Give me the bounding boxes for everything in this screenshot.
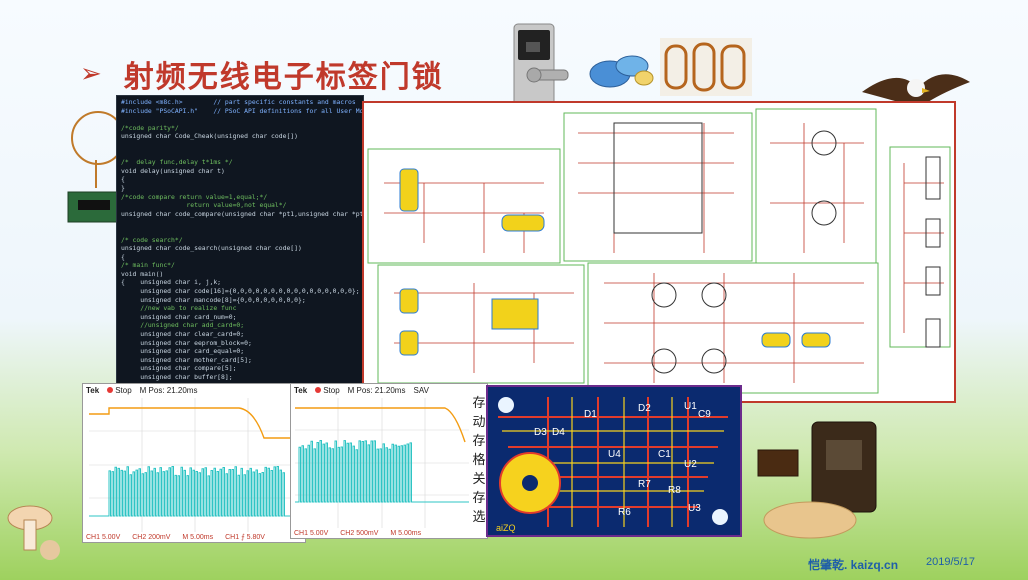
- code-line: #include <m8c.h> // part specific consta…: [121, 98, 356, 106]
- scope2-timebase: M 5.00ms: [390, 529, 422, 537]
- code-line: void delay(unsigned char t): [121, 166, 225, 175]
- code-line: }: [121, 183, 125, 192]
- code-line: { unsigned char i, j,k;: [121, 278, 222, 287]
- antenna-coils-photo: [660, 38, 752, 96]
- slide-title-row: ➢ 射频无线电子标签门锁: [80, 52, 444, 96]
- scope2-menu-item[interactable]: 存: [471, 394, 487, 413]
- code-line: {: [121, 252, 125, 261]
- code-line: unsigned char buffer[8];: [121, 373, 233, 381]
- pcb-designator: U2: [684, 459, 697, 470]
- scope2-menu-item[interactable]: 关: [471, 470, 487, 489]
- scope2-ch1-scale: CH1 5.00V: [294, 529, 329, 537]
- stop-indicator-icon: [315, 386, 322, 393]
- scope2-menu-item[interactable]: 格: [471, 451, 487, 470]
- pcb-designator: D2: [638, 403, 651, 414]
- scope2-state: Stop: [315, 386, 340, 395]
- scope1-footer: CH1 5.00V CH2 200mV M 5.00ms CH1 ⨍ 5.80V: [83, 532, 305, 542]
- rfid-tags-photo: [589, 55, 654, 88]
- scope1-waveform: [89, 398, 301, 532]
- scope2-menu-item[interactable]: 动: [471, 413, 487, 432]
- scope2-header: Tek Stop M Pos: 21.20ms SAV: [291, 384, 487, 396]
- code-line: #include "PSoCAPI.h" // PSoC API definit…: [121, 106, 364, 115]
- footer-date: 2019/5/17: [926, 556, 975, 568]
- lock-module-photo: [757, 421, 877, 539]
- scope2-side-menu[interactable]: 存动存格关存选文储: [471, 394, 487, 538]
- code-line: unsigned char card_num=0;: [121, 312, 237, 321]
- pcb-designator: R8: [668, 485, 681, 496]
- oscilloscope-capture-2: Tek Stop M Pos: 21.20ms SAV 存动存格关存选文储 CH…: [290, 383, 488, 539]
- scope1-ch2-scale: CH2 200mV: [132, 533, 171, 541]
- code-line: /*code compare return value=1,equal;*/: [121, 192, 268, 201]
- slide-title: 射频无线电子标签门锁: [123, 60, 444, 95]
- pcb-designator: D1: [584, 409, 597, 420]
- pcb-designator: R6: [618, 507, 631, 518]
- code-line: unsigned char mother_card[5];: [121, 355, 252, 364]
- pcb-designator: U4: [608, 449, 621, 460]
- code-line: unsigned char Code_Cheak(unsigned char c…: [121, 132, 298, 141]
- scope1-mpos: M Pos: 21.20ms: [139, 385, 198, 395]
- code-line: /* main func*/: [121, 261, 175, 270]
- pcb-designator: U1: [684, 401, 697, 412]
- scope1-trigger: CH1 ⨍ 5.80V: [225, 534, 265, 541]
- code-line: /* delay func,delay t*1ms */: [121, 158, 233, 167]
- code-line: return value=0,not equal*/: [121, 201, 287, 210]
- code-line: /*code parity*/: [121, 123, 179, 132]
- scope1-state: Stop: [107, 386, 132, 395]
- pcb-designator: D3: [534, 427, 547, 438]
- scope2-save: SAV: [413, 385, 429, 395]
- scope2-mpos: M Pos: 21.20ms: [347, 385, 406, 395]
- mushroom-rabbit-illustration: [7, 505, 60, 560]
- scope2-brand: Tek: [294, 385, 308, 395]
- scope2-waveform: [295, 398, 469, 528]
- code-line: unsigned char code_compare(unsigned char…: [121, 209, 364, 218]
- circuit-schematic: [362, 101, 956, 403]
- scope1-header: Tek Stop M Pos: 21.20ms: [83, 384, 305, 396]
- code-line: unsigned char clear_card=0;: [121, 330, 245, 339]
- scope1-brand: Tek: [86, 385, 100, 395]
- pcb-designator: C1: [658, 449, 671, 460]
- scope2-ch2-scale: CH2 500mV: [340, 529, 379, 537]
- pcb-corner-label: aiZQ: [496, 523, 516, 533]
- source-code-panel: #include <m8c.h> // part specific consta…: [116, 95, 364, 387]
- footer-site: 恺肇乾. kaizq.cn: [808, 558, 899, 572]
- pcb-layout: D3 D4 D1 D2 U1 C9 U4 C1 U2 R7 R8 U3 R6 aiZQ: [486, 385, 742, 537]
- scope1-timebase: M 5.00ms: [182, 533, 214, 541]
- scope2-menu-item[interactable]: 存: [471, 432, 487, 451]
- code-line: unsigned char card_equal=0;: [121, 347, 245, 356]
- code-line: //unsigned char add_card=0;: [121, 321, 245, 330]
- scope2-menu-item[interactable]: 存: [471, 489, 487, 508]
- scope2-footer: CH1 5.00V CH2 500mV M 5.00ms: [291, 528, 487, 538]
- code-line: {: [121, 175, 125, 184]
- code-line: //new vab to realize func: [121, 304, 237, 313]
- pcb-designator: R7: [638, 479, 651, 490]
- pcb-designator: D4: [552, 427, 565, 438]
- scope1-ch1-scale: CH1 5.00V: [86, 533, 121, 541]
- code-line: unsigned char code_search(unsigned char …: [121, 244, 302, 253]
- code-line: unsigned char code[16]={0,0,0,0,0,0,0,0,…: [121, 287, 360, 296]
- stop-indicator-icon: [107, 386, 114, 393]
- code-line: /* code search*/: [121, 235, 183, 244]
- title-bullet-icon: ➢: [80, 59, 102, 89]
- code-line: void main(): [121, 269, 164, 278]
- code-line: unsigned char eeprom_block=0;: [121, 338, 252, 347]
- code-line: unsigned char compare[5];: [121, 364, 237, 373]
- pcb-designator: U3: [688, 503, 701, 514]
- code-line: unsigned char mancode[8]={0,0,0,0,0,0,0,…: [121, 295, 306, 304]
- scope2-menu-item[interactable]: 选: [471, 508, 487, 527]
- pcb-designator: C9: [698, 409, 711, 420]
- oscilloscope-capture-1: Tek Stop M Pos: 21.20ms CH1 5.00V CH2 20…: [82, 383, 306, 543]
